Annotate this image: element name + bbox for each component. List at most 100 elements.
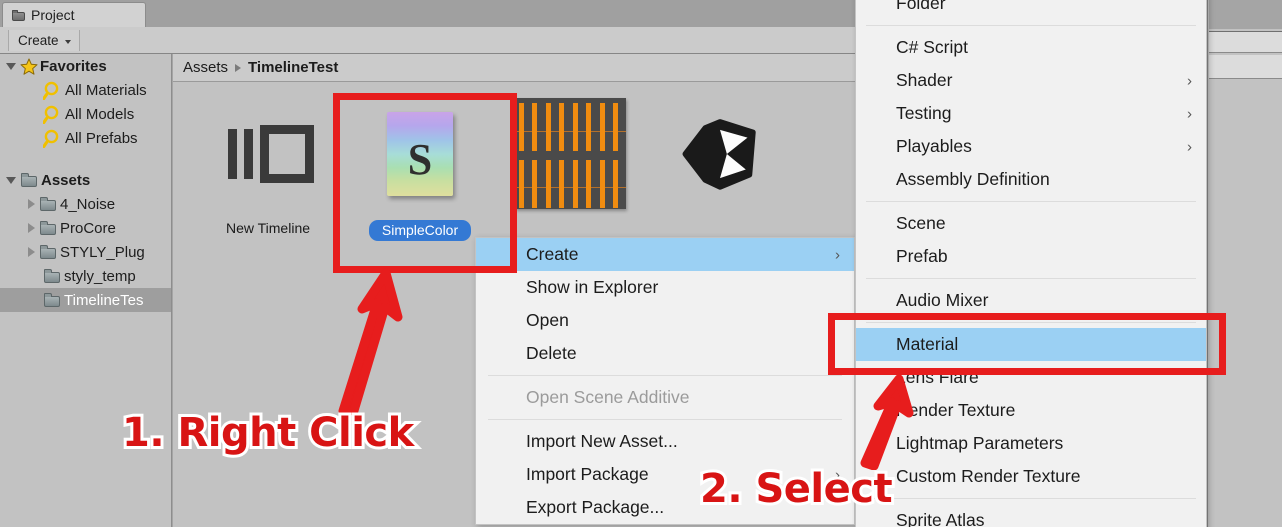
- shader-s-glyph: S: [407, 134, 433, 184]
- tree-item-all-materials[interactable]: All Materials: [0, 78, 171, 102]
- folder-icon: [20, 173, 38, 187]
- tree-item-label: Assets: [41, 171, 91, 189]
- search-icon: [42, 105, 63, 124]
- chevron-right-icon[interactable]: [28, 247, 35, 257]
- create-submenu-item-playables[interactable]: Playables ›: [856, 130, 1206, 163]
- create-submenu-item-label: Shader: [896, 70, 953, 90]
- tree-item-styly-temp[interactable]: styly_temp: [0, 264, 171, 288]
- create-submenu-item-folder[interactable]: Folder: [856, 0, 1206, 20]
- context-menu-item-import-new-asset[interactable]: Import New Asset...: [476, 425, 854, 458]
- context-menu-item-label: Export Package...: [526, 497, 665, 517]
- chevron-right-icon[interactable]: [28, 223, 35, 233]
- project-tree-panel[interactable]: Favorites All Materials All Models All Pref…: [0, 54, 172, 527]
- create-submenu-item-lens-flare[interactable]: Lens Flare: [856, 361, 1206, 394]
- tree-item-procore[interactable]: ProCore: [0, 216, 171, 240]
- create-dropdown-button[interactable]: Create: [8, 30, 80, 51]
- chevron-down-icon: [64, 39, 71, 44]
- context-menu-item-label: Show in Explorer: [526, 277, 659, 297]
- asset-item-new-timeline[interactable]: New Timeline: [193, 91, 343, 236]
- create-submenu-item-material[interactable]: Material: [856, 328, 1206, 361]
- asset-label: New Timeline: [225, 220, 311, 236]
- create-submenu-item-sprite-atlas[interactable]: Sprite Atlas: [856, 504, 1206, 527]
- menu-separator: [488, 419, 842, 420]
- menu-separator: [488, 375, 842, 376]
- create-submenu-item-render-texture[interactable]: Render Texture: [856, 394, 1206, 427]
- chevron-right-icon: ›: [1187, 72, 1192, 89]
- chevron-right-icon: ›: [835, 246, 840, 263]
- create-submenu-item-label: Render Texture: [896, 400, 1016, 420]
- context-menu-item-label: Import New Asset...: [526, 431, 678, 451]
- context-menu-item-label: Open Scene Additive: [526, 387, 690, 407]
- context-menu-item-label: Create: [526, 244, 579, 264]
- menu-separator: [866, 25, 1196, 26]
- context-menu-item-delete[interactable]: Delete: [476, 337, 854, 370]
- create-submenu-item-label: Material: [896, 334, 959, 354]
- tree-item-timelinetes[interactable]: TimelineTes: [0, 288, 171, 312]
- create-submenu-item-label: Custom Render Texture: [896, 466, 1081, 486]
- context-menu-item-create[interactable]: Create ›: [476, 238, 854, 271]
- star-icon: [20, 58, 38, 75]
- create-submenu-item-prefab[interactable]: Prefab: [856, 240, 1206, 273]
- tree-item-4-noise[interactable]: 4_Noise: [0, 192, 171, 216]
- chevron-right-icon: [235, 63, 242, 72]
- create-submenu-item-label: Folder: [896, 0, 946, 13]
- context-menu-item-label: Delete: [526, 343, 577, 363]
- create-submenu-item-c-script[interactable]: C# Script: [856, 31, 1206, 64]
- asset-label-selected: SimpleColor: [368, 220, 472, 241]
- context-menu-item-show-in-explorer[interactable]: Show in Explorer: [476, 271, 854, 304]
- menu-separator: [866, 278, 1196, 279]
- tab-project[interactable]: Project: [2, 2, 146, 27]
- tree-item-all-models[interactable]: All Models: [0, 102, 171, 126]
- search-icon: [42, 81, 63, 100]
- create-submenu-item-label: Lightmap Parameters: [896, 433, 1064, 453]
- tab-project-label: Project: [31, 7, 75, 23]
- create-submenu-item-shader[interactable]: Shader ›: [856, 64, 1206, 97]
- breadcrumb-current: TimelineTest: [248, 59, 339, 76]
- asset-item-striped-texture[interactable]: [495, 91, 645, 216]
- asset-item-simplecolor[interactable]: S SimpleColor: [345, 91, 495, 241]
- folder-icon: [12, 9, 26, 21]
- chevron-right-icon[interactable]: [28, 199, 35, 209]
- asset-item-unity-default[interactable]: [645, 91, 795, 216]
- create-submenu-item-label: Assembly Definition: [896, 169, 1050, 189]
- tree-item-label: All Prefabs: [65, 129, 138, 147]
- tree-item-label: All Materials: [65, 81, 147, 99]
- breadcrumb-root[interactable]: Assets: [183, 59, 228, 76]
- context-menu-item-label: Import Package: [526, 464, 649, 484]
- create-submenu-item-lightmap-parameters[interactable]: Lightmap Parameters: [856, 427, 1206, 460]
- chevron-right-icon: ›: [1187, 138, 1192, 155]
- tree-item-label: styly_temp: [64, 267, 136, 285]
- create-submenu-item-label: C# Script: [896, 37, 968, 57]
- tree-item-styly-plug[interactable]: STYLY_Plug: [0, 240, 171, 264]
- create-submenu-item-label: Audio Mixer: [896, 290, 989, 310]
- annotation-step2-label: 2. Select: [697, 463, 896, 515]
- create-submenu-item-testing[interactable]: Testing ›: [856, 97, 1206, 130]
- annotation-step1-label: 1. Right Click: [119, 407, 417, 459]
- create-submenu-item-label: Testing: [896, 103, 952, 123]
- timeline-asset-icon: [228, 121, 314, 187]
- tree-item-all-prefabs[interactable]: All Prefabs: [0, 126, 171, 150]
- tree-item-label: All Models: [65, 105, 135, 123]
- create-submenu-item-custom-render-texture[interactable]: Custom Render Texture: [856, 460, 1206, 493]
- create-submenu-item-assembly-definition[interactable]: Assembly Definition: [856, 163, 1206, 196]
- chevron-down-icon[interactable]: [6, 62, 16, 70]
- asset-thumbnail: [645, 91, 795, 216]
- asset-thumbnail: [495, 91, 645, 216]
- folder-icon: [43, 269, 61, 283]
- folder-icon: [43, 293, 61, 307]
- folder-icon: [39, 245, 57, 259]
- tree-item-favorites[interactable]: Favorites: [0, 54, 171, 78]
- shader-asset-icon: S: [387, 111, 453, 196]
- search-icon: [42, 129, 63, 148]
- folder-icon: [39, 221, 57, 235]
- create-submenu-item-scene[interactable]: Scene: [856, 207, 1206, 240]
- context-menu-item-open[interactable]: Open: [476, 304, 854, 337]
- context-menu-item-open-scene-additive: Open Scene Additive: [476, 381, 854, 414]
- create-submenu-item-audio-mixer[interactable]: Audio Mixer: [856, 284, 1206, 317]
- menu-separator: [866, 498, 1196, 499]
- tree-item-assets[interactable]: Assets: [0, 168, 171, 192]
- create-submenu-item-label: Playables: [896, 136, 972, 156]
- chevron-down-icon[interactable]: [6, 176, 16, 184]
- create-submenu[interactable]: Folder C# Script Shader › Testing › Playables ›…: [855, 0, 1207, 527]
- folder-icon: [39, 197, 57, 211]
